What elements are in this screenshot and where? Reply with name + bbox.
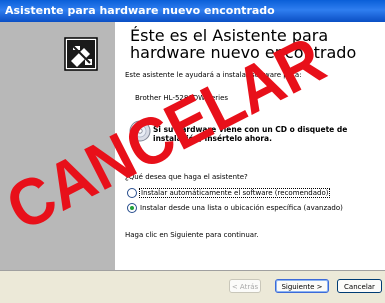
wizard-content: Éste es el Asistente para hardware nuevo… — [115, 22, 385, 270]
radio-advanced[interactable] — [127, 203, 137, 213]
window-title: Asistente para hardware nuevo encontrado — [5, 4, 275, 17]
option-advanced[interactable]: Instalar desde una lista o ubicación esp… — [127, 203, 343, 215]
radio-automatic[interactable] — [127, 188, 137, 198]
hardware-install-icon — [64, 37, 98, 71]
continue-text: Haga clic en Siguiente para continuar. — [125, 231, 259, 239]
next-button[interactable]: Siguiente > — [275, 279, 329, 293]
back-button[interactable]: < Atrás — [229, 279, 261, 293]
button-bar: < Atrás Siguiente > Cancelar — [0, 271, 385, 303]
title-bar[interactable]: Asistente para hardware nuevo encontrado — [0, 0, 385, 22]
intro-text: Este asistente le ayudará a instalar sof… — [125, 71, 302, 79]
device-name: Brother HL-5280DW series — [135, 94, 229, 102]
cd-instruction: Si su hardware viene con un CD o disquet… — [153, 125, 348, 143]
wizard-sidebar — [0, 22, 115, 270]
option-automatic[interactable]: Instalar automáticamente el software (re… — [127, 188, 331, 200]
question-text: ¿Qué desea que haga el asistente? — [125, 173, 248, 181]
wizard-window: Asistente para hardware nuevo encontrado… — [0, 0, 385, 303]
option-automatic-label[interactable]: Instalar automáticamente el software (re… — [138, 188, 331, 198]
wizard-heading: Éste es el Asistente para hardware nuevo… — [130, 26, 357, 62]
option-advanced-label[interactable]: Instalar desde una lista o ubicación esp… — [140, 204, 343, 212]
cancel-button[interactable]: Cancelar — [337, 279, 382, 293]
cd-disc-icon — [129, 120, 151, 142]
